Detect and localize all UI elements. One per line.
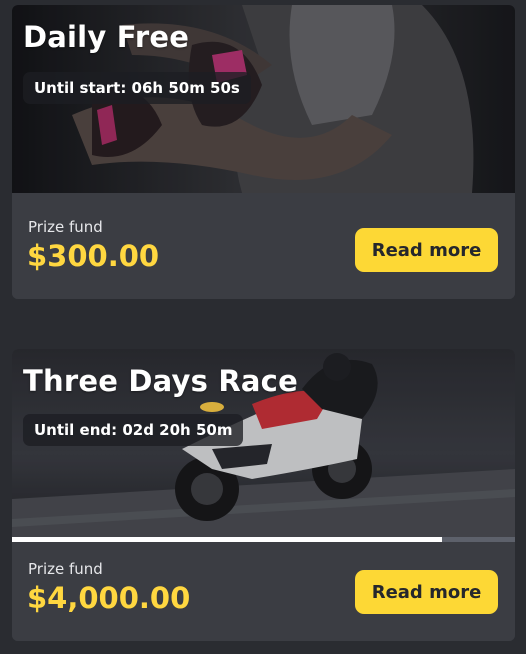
prize-section: Prize fund $300.00 Read more [12, 201, 515, 299]
tournament-title: Daily Free [23, 20, 190, 54]
tournament-progress-fill [12, 537, 443, 542]
read-more-button[interactable]: Read more [355, 570, 498, 614]
prize-fund-amount: $300.00 [27, 239, 160, 273]
tournament-banner-image: Daily Free Until start: 06h 50m 50s [12, 5, 515, 193]
prize-fund-label: Prize fund [28, 218, 103, 236]
countdown-timer: Until start: 06h 50m 50s [23, 72, 251, 104]
prize-fund-amount: $4,000.00 [27, 581, 191, 615]
tournament-card-daily-free: Daily Free Until start: 06h 50m 50s Priz… [12, 5, 515, 299]
prize-fund-label: Prize fund [28, 560, 103, 578]
tournament-card-three-days-race: Three Days Race Until end: 02d 20h 50m P… [12, 349, 515, 641]
read-more-button[interactable]: Read more [355, 228, 498, 272]
tournament-banner-image: Three Days Race Until end: 02d 20h 50m [12, 349, 515, 539]
tournament-progress-bar [12, 537, 515, 542]
tournament-title: Three Days Race [23, 364, 298, 398]
prize-section: Prize fund $4,000.00 Read more [12, 543, 515, 641]
countdown-timer: Until end: 02d 20h 50m [23, 414, 244, 446]
